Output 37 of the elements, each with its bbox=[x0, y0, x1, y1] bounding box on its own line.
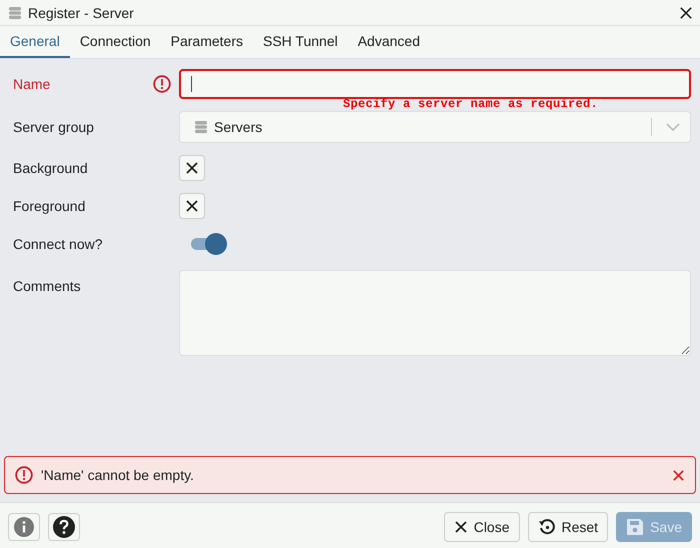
field-label: Background bbox=[13, 160, 89, 176]
reset-icon bbox=[538, 518, 556, 536]
tab[interactable]: Connection bbox=[70, 26, 161, 58]
field-label: Comments bbox=[13, 278, 82, 294]
info-icon bbox=[14, 517, 34, 537]
color-picker-button[interactable] bbox=[179, 155, 205, 181]
tab[interactable]: Advanced bbox=[348, 26, 430, 58]
x-icon bbox=[185, 161, 199, 175]
name-input-field[interactable] bbox=[179, 69, 691, 99]
toggle-switch[interactable] bbox=[189, 233, 227, 255]
annotation-text: Specify a server name as required. bbox=[343, 98, 598, 110]
close-icon bbox=[454, 520, 468, 534]
tab[interactable]: Parameters bbox=[160, 26, 253, 58]
server-icon bbox=[194, 120, 208, 134]
reset-button[interactable]: Reset bbox=[528, 512, 608, 542]
help-icon bbox=[53, 516, 75, 538]
info-button[interactable] bbox=[8, 513, 40, 541]
field-label: Foreground bbox=[13, 198, 86, 214]
alert-icon bbox=[15, 466, 33, 484]
field-label: Connect now? bbox=[13, 236, 104, 252]
color-picker-button[interactable] bbox=[179, 193, 205, 219]
chevron-down-icon bbox=[666, 123, 680, 131]
close-icon[interactable] bbox=[680, 6, 692, 18]
field-label: Name bbox=[13, 76, 52, 92]
comments-field[interactable] bbox=[179, 270, 691, 356]
window-title: Register - Server bbox=[28, 4, 135, 20]
close-button[interactable]: Close bbox=[444, 512, 520, 542]
error-message: 'Name' cannot be empty. bbox=[41, 467, 195, 483]
tab[interactable]: General bbox=[0, 26, 70, 58]
x-icon bbox=[185, 199, 199, 213]
field-label: Server group bbox=[13, 119, 95, 135]
server-group-dropdown[interactable]: Servers bbox=[179, 111, 691, 143]
alert-icon bbox=[153, 75, 171, 93]
server-icon bbox=[8, 6, 22, 20]
tab[interactable]: SSH Tunnel bbox=[253, 26, 348, 58]
dismiss-icon bbox=[672, 468, 685, 482]
help-button[interactable] bbox=[48, 513, 80, 541]
